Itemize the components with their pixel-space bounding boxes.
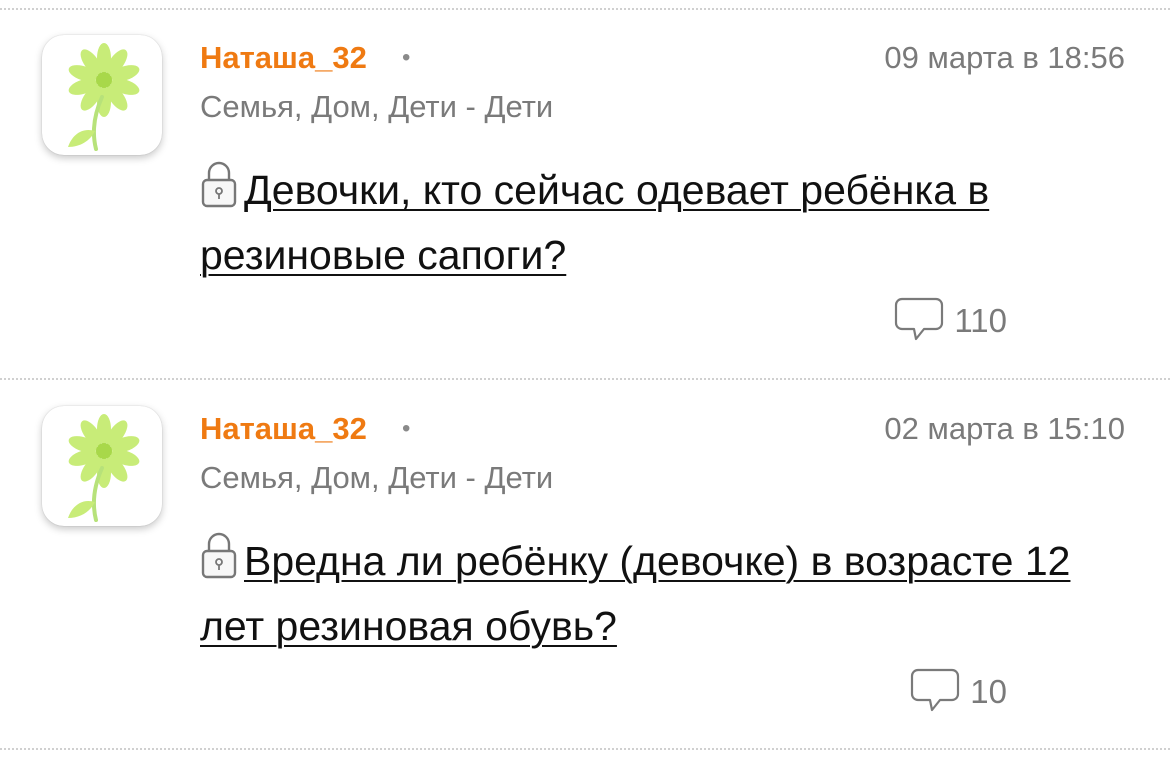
post-item: Наташа_32 • 09 марта в 18:56 Семья, Дом,… — [0, 10, 1170, 380]
post-title: Вредна ли ребёнку (девочке) в возрасте 1… — [200, 529, 1140, 659]
post-date: 02 марта в 15:10 — [884, 411, 1125, 446]
post-title-link[interactable]: Вредна ли ребёнку (девочке) в возрасте 1… — [200, 538, 1070, 649]
post-title-link[interactable]: Девочки, кто сейчас одевает ребёнка в ре… — [200, 167, 989, 278]
avatar[interactable] — [42, 406, 162, 526]
speech-bubble-icon — [911, 668, 960, 712]
comments-count: 10 — [970, 672, 1007, 710]
post-category[interactable]: Семья, Дом, Дети - Дети — [200, 91, 553, 122]
flower-icon — [68, 43, 140, 151]
lock-icon — [201, 161, 237, 208]
separator-dot: • — [402, 415, 411, 442]
post-item: Наташа_32 • 02 марта в 15:10 Семья, Дом,… — [0, 381, 1170, 751]
author-name[interactable]: Наташа_32 — [200, 42, 367, 73]
comments-count: 110 — [954, 301, 1007, 339]
post-date: 09 марта в 18:56 — [884, 40, 1125, 75]
comments-counter[interactable]: 110 — [894, 296, 1007, 344]
post-category[interactable]: Семья, Дом, Дети - Дети — [200, 462, 553, 493]
comments-counter[interactable]: 10 — [910, 667, 1007, 715]
lock-icon — [201, 532, 237, 579]
avatar[interactable] — [42, 35, 162, 155]
flower-icon — [68, 414, 140, 522]
separator-bottom — [0, 748, 1170, 750]
author-name[interactable]: Наташа_32 — [200, 413, 367, 444]
speech-bubble-icon — [895, 297, 944, 341]
separator — [0, 378, 1170, 380]
post-title: Девочки, кто сейчас одевает ребёнка в ре… — [200, 158, 1140, 288]
separator-dot: • — [402, 44, 411, 71]
